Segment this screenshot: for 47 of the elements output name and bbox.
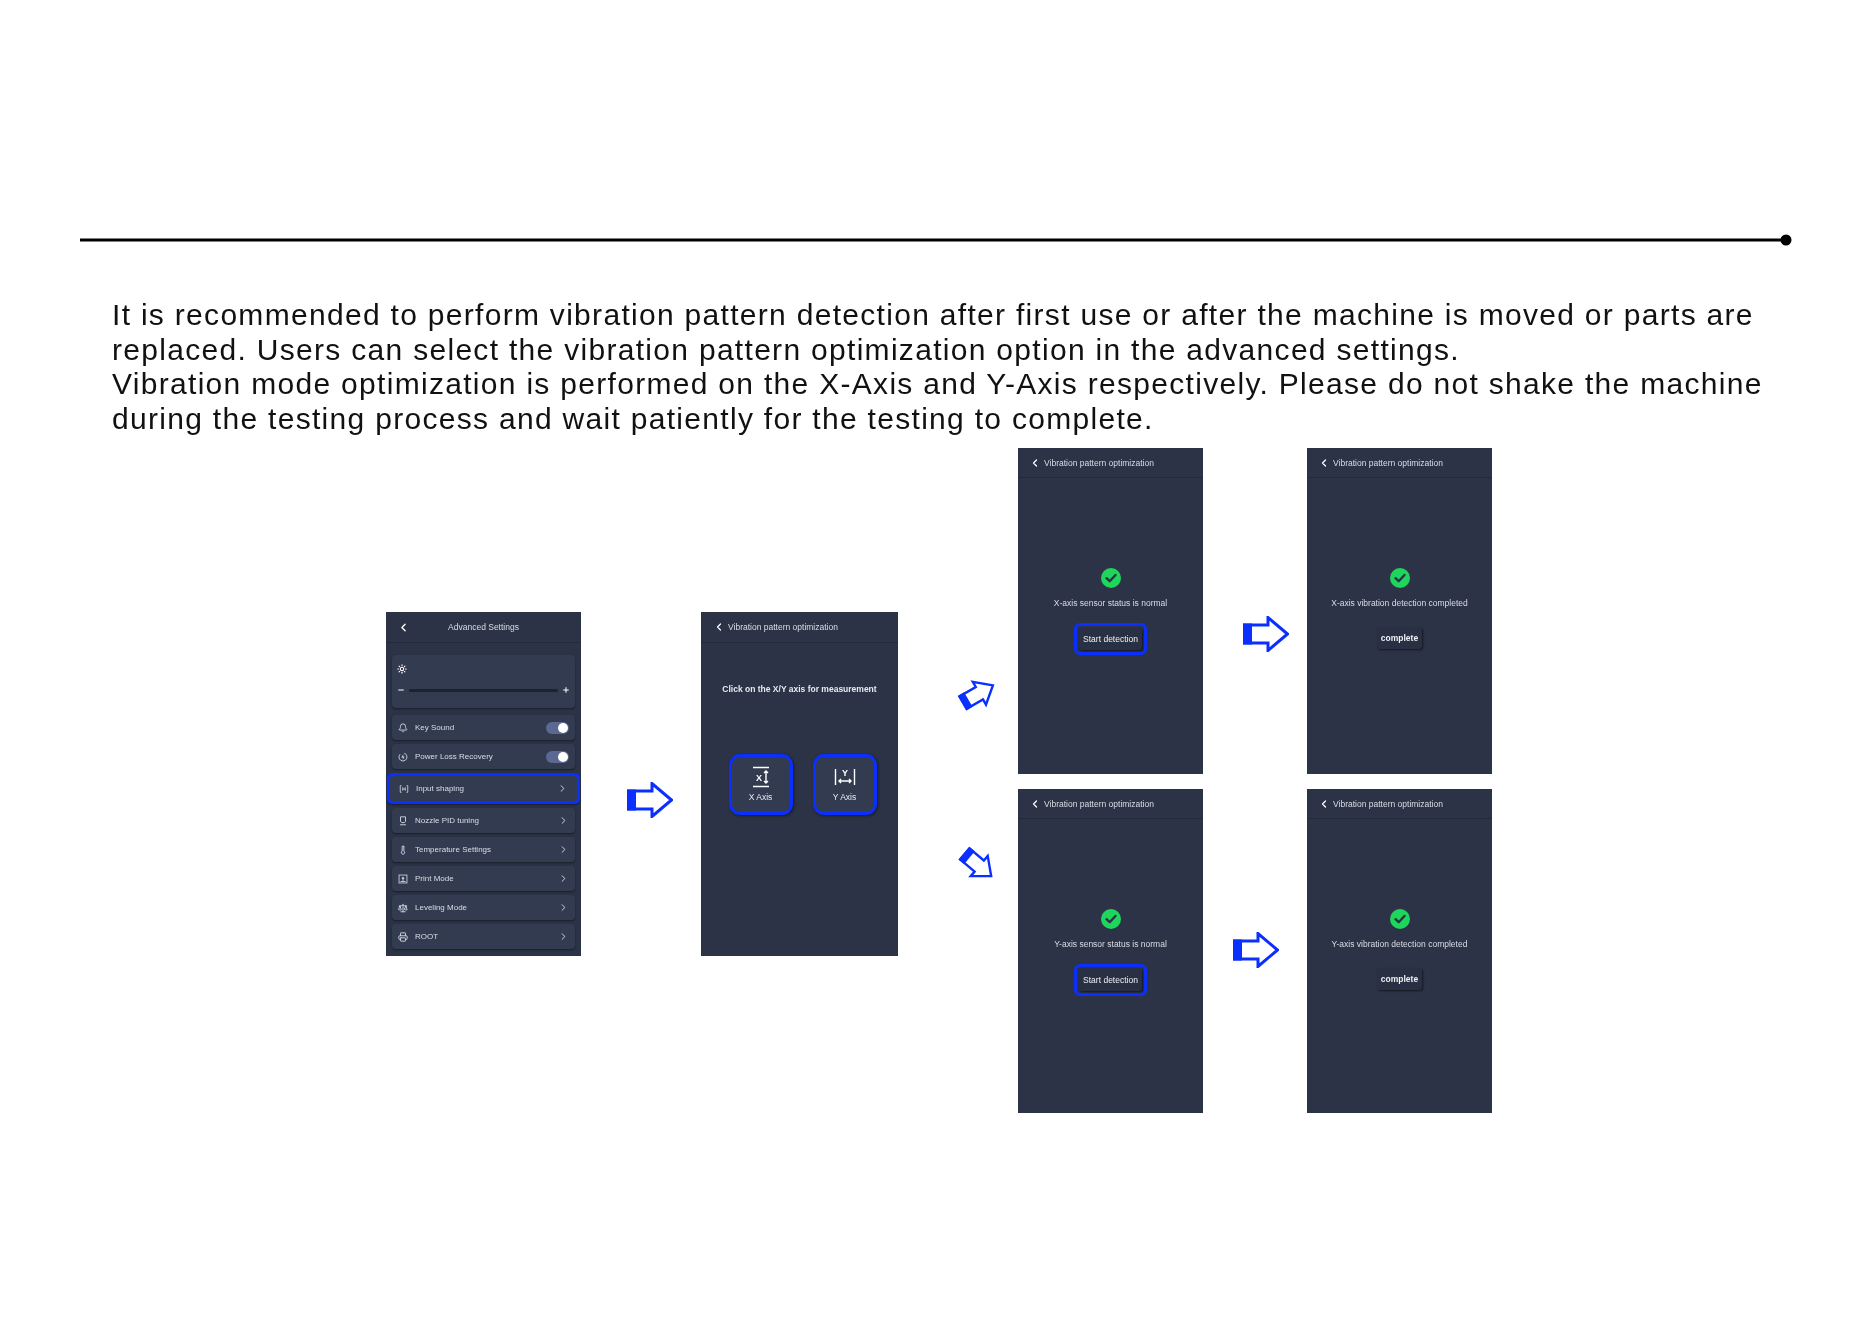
instruction-paragraph: Vibration mode optimization is performed on the X-Axis and Y-Axis respectively. Please do not shake the machine during the testing process and wait patiently for the testing to complete.	[112, 367, 1764, 437]
balance-scale-icon	[398, 902, 408, 913]
screen-title: Vibration pattern optimization	[1333, 456, 1443, 470]
menu-item[interactable]: Input shaping	[387, 773, 580, 805]
check-circle-icon	[1100, 909, 1121, 930]
action-button[interactable]: complete	[1376, 968, 1423, 991]
check-circle-icon	[1389, 909, 1410, 930]
status-text: Y-axis sensor status is normal	[1054, 938, 1167, 952]
setting-label: Power Loss Recovery	[415, 750, 494, 763]
printer-icon	[398, 931, 408, 942]
slider-track[interactable]	[409, 688, 558, 692]
instruction-text: Click on the X/Y axis for measurement	[721, 683, 878, 697]
menu-item[interactable]: Nozzle PID tuning	[392, 808, 575, 834]
toggle-switch[interactable]	[546, 750, 569, 763]
framed-figure-icon	[398, 873, 408, 884]
menu-item[interactable]: ROOT	[392, 924, 575, 950]
toggle-switch[interactable]	[546, 721, 569, 734]
status-text: Y-axis vibration detection completed	[1331, 938, 1468, 952]
axis-button[interactable]: Y Y Axis	[812, 754, 877, 816]
instruction-paragraph: It is recommended to perform vibration pattern detection after first use or after the machine is moved or parts are replaced. Users can select the vibration pattern optimization option in the advanced settings.	[112, 298, 1755, 368]
status-text: X-axis vibration detection completed	[1331, 597, 1468, 611]
screen-title: Vibration pattern optimization	[1333, 797, 1443, 811]
action-button[interactable]: Start detection	[1074, 964, 1147, 997]
axis-button[interactable]: X X Axis	[728, 754, 793, 816]
setting-label: Key Sound	[415, 721, 456, 734]
action-button[interactable]: Start detection	[1074, 623, 1147, 656]
right-arrow-icon	[627, 782, 673, 819]
sun-icon	[397, 664, 407, 675]
status-text: X-axis sensor status is normal	[1053, 597, 1168, 611]
menu-item[interactable]: Leveling Mode	[392, 895, 575, 921]
menu-item[interactable]: Temperature Settings	[392, 837, 575, 863]
thermometer-icon	[398, 844, 408, 855]
screen-title: Vibration pattern optimization	[728, 621, 838, 634]
action-button[interactable]: complete	[1376, 627, 1423, 650]
screen-title: Vibration pattern optimization	[1044, 456, 1154, 470]
screen-title: Vibration pattern optimization	[1044, 797, 1154, 811]
check-circle-icon	[1389, 568, 1410, 589]
lightning-circle-icon	[398, 751, 408, 762]
right-arrow-icon	[1243, 616, 1289, 653]
right-arrow-icon	[1233, 932, 1279, 969]
check-circle-icon	[1100, 568, 1121, 589]
menu-item[interactable]: Print Mode	[392, 866, 575, 892]
bell-icon	[398, 722, 408, 733]
nozzle-icon	[398, 815, 408, 826]
screen-title: Advanced Settings	[447, 621, 520, 634]
brackets-icon	[399, 783, 409, 794]
plus-icon[interactable]	[562, 686, 570, 695]
